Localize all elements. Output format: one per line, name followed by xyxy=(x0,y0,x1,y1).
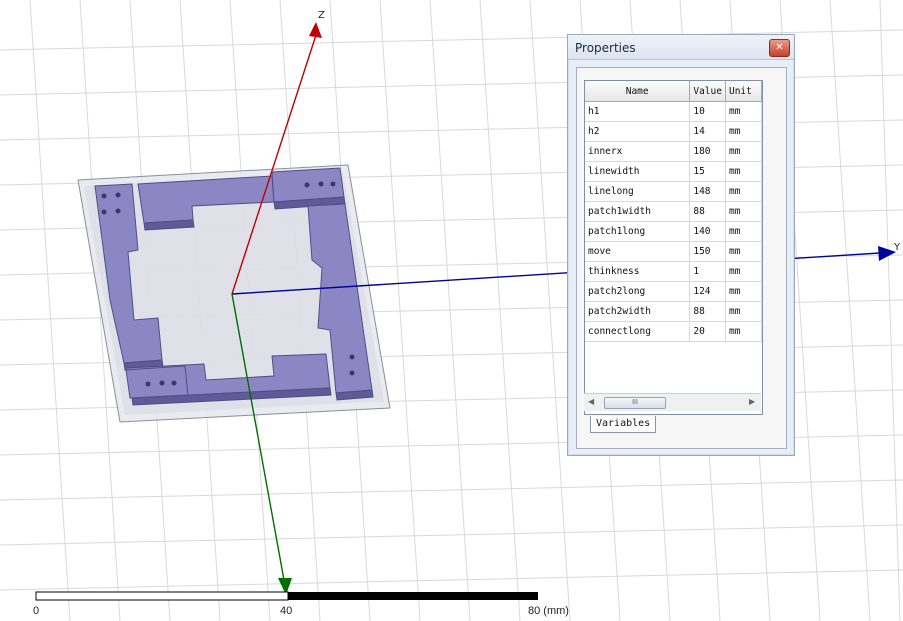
variable-value[interactable]: 150 xyxy=(689,241,726,262)
variable-name: patch2width xyxy=(585,301,691,322)
variable-name: patch2long xyxy=(585,281,691,302)
variable-value[interactable]: 124 xyxy=(689,281,726,302)
variable-name: linewidth xyxy=(585,161,691,182)
scroll-left-icon[interactable]: ◀ xyxy=(588,397,594,406)
variable-unit: mm xyxy=(725,161,762,182)
z-axis-label: Z xyxy=(318,10,325,21)
table-row[interactable]: move 150 mm xyxy=(585,241,762,262)
variable-name: move xyxy=(585,241,691,262)
variable-name: patch1width xyxy=(585,201,691,222)
variable-unit: mm xyxy=(725,181,762,202)
scale-label-40: 40 xyxy=(280,605,293,617)
variable-name: h1 xyxy=(585,101,691,122)
variable-value[interactable]: 10 xyxy=(689,101,726,122)
scale-label-0: 0 xyxy=(33,605,40,617)
scale-bar-left xyxy=(35,591,289,601)
variable-unit: mm xyxy=(725,121,762,142)
horizontal-scrollbar[interactable]: ◀ III ▶ xyxy=(584,393,761,411)
variable-name: thinkness xyxy=(585,261,691,282)
variables-table: Name Value Unit h1 10 mm h2 14 mm innerx 180 m… xyxy=(585,81,762,342)
variable-value[interactable]: 180 xyxy=(689,141,726,162)
variable-value[interactable]: 15 xyxy=(689,161,726,182)
table-row[interactable]: connectlong 20 mm xyxy=(585,321,762,342)
properties-window[interactable]: Properties ✕ Name Value Unit h1 10 mm h2 14… xyxy=(567,34,795,456)
scale-label-80: 80 (mm) xyxy=(528,605,569,617)
scale-bar-right xyxy=(288,592,538,600)
close-icon[interactable]: ✕ xyxy=(769,39,790,57)
scroll-thumb[interactable]: III xyxy=(604,397,666,409)
properties-titlebar[interactable]: Properties ✕ xyxy=(568,35,794,60)
z-axis-arrow xyxy=(309,22,322,38)
variable-name: innerx xyxy=(585,141,691,162)
variable-name: linelong xyxy=(585,181,691,202)
scroll-right-icon[interactable]: ▶ xyxy=(749,397,755,406)
frame-part-bottom-left xyxy=(125,365,189,399)
variable-unit: mm xyxy=(725,221,762,242)
variable-value[interactable]: 148 xyxy=(689,181,726,202)
properties-title: Properties xyxy=(575,41,636,55)
table-row[interactable]: h1 10 mm xyxy=(585,101,762,122)
variable-value[interactable]: 14 xyxy=(689,121,726,142)
table-row[interactable]: patch2width 88 mm xyxy=(585,301,762,322)
column-header-value[interactable]: Value xyxy=(689,81,726,102)
variable-name: connectlong xyxy=(585,321,691,342)
variable-unit: mm xyxy=(725,141,762,162)
table-row[interactable]: patch1width 88 mm xyxy=(585,201,762,222)
table-row[interactable]: linelong 148 mm xyxy=(585,181,762,202)
variable-unit: mm xyxy=(725,281,762,302)
variable-unit: mm xyxy=(725,241,762,262)
table-row[interactable]: patch1long 140 mm xyxy=(585,221,762,242)
y-axis-label: Y xyxy=(894,242,901,253)
table-row[interactable]: h2 14 mm xyxy=(585,121,762,142)
variable-name: h2 xyxy=(585,121,691,142)
table-row[interactable]: linewidth 15 mm xyxy=(585,161,762,182)
variable-value[interactable]: 88 xyxy=(689,201,726,222)
column-header-name[interactable]: Name xyxy=(585,81,691,102)
column-header-unit[interactable]: Unit xyxy=(725,81,762,102)
table-row[interactable]: thinkness 1 mm xyxy=(585,261,762,282)
table-row[interactable]: patch2long 124 mm xyxy=(585,281,762,302)
variable-name: patch1long xyxy=(585,221,691,242)
table-row[interactable]: innerx 180 mm xyxy=(585,141,762,162)
variable-unit: mm xyxy=(725,101,762,122)
variable-unit: mm xyxy=(725,301,762,322)
variable-value[interactable]: 1 xyxy=(689,261,726,282)
tab-variables[interactable]: Variables xyxy=(590,416,657,433)
variable-value[interactable]: 88 xyxy=(689,301,726,322)
variable-unit: mm xyxy=(725,321,762,342)
variable-value[interactable]: 140 xyxy=(689,221,726,242)
variable-unit: mm xyxy=(725,201,762,222)
variable-value[interactable]: 20 xyxy=(689,321,726,342)
variables-grid[interactable]: Name Value Unit h1 10 mm h2 14 mm innerx 180 m… xyxy=(584,80,763,415)
variable-unit: mm xyxy=(725,261,762,282)
